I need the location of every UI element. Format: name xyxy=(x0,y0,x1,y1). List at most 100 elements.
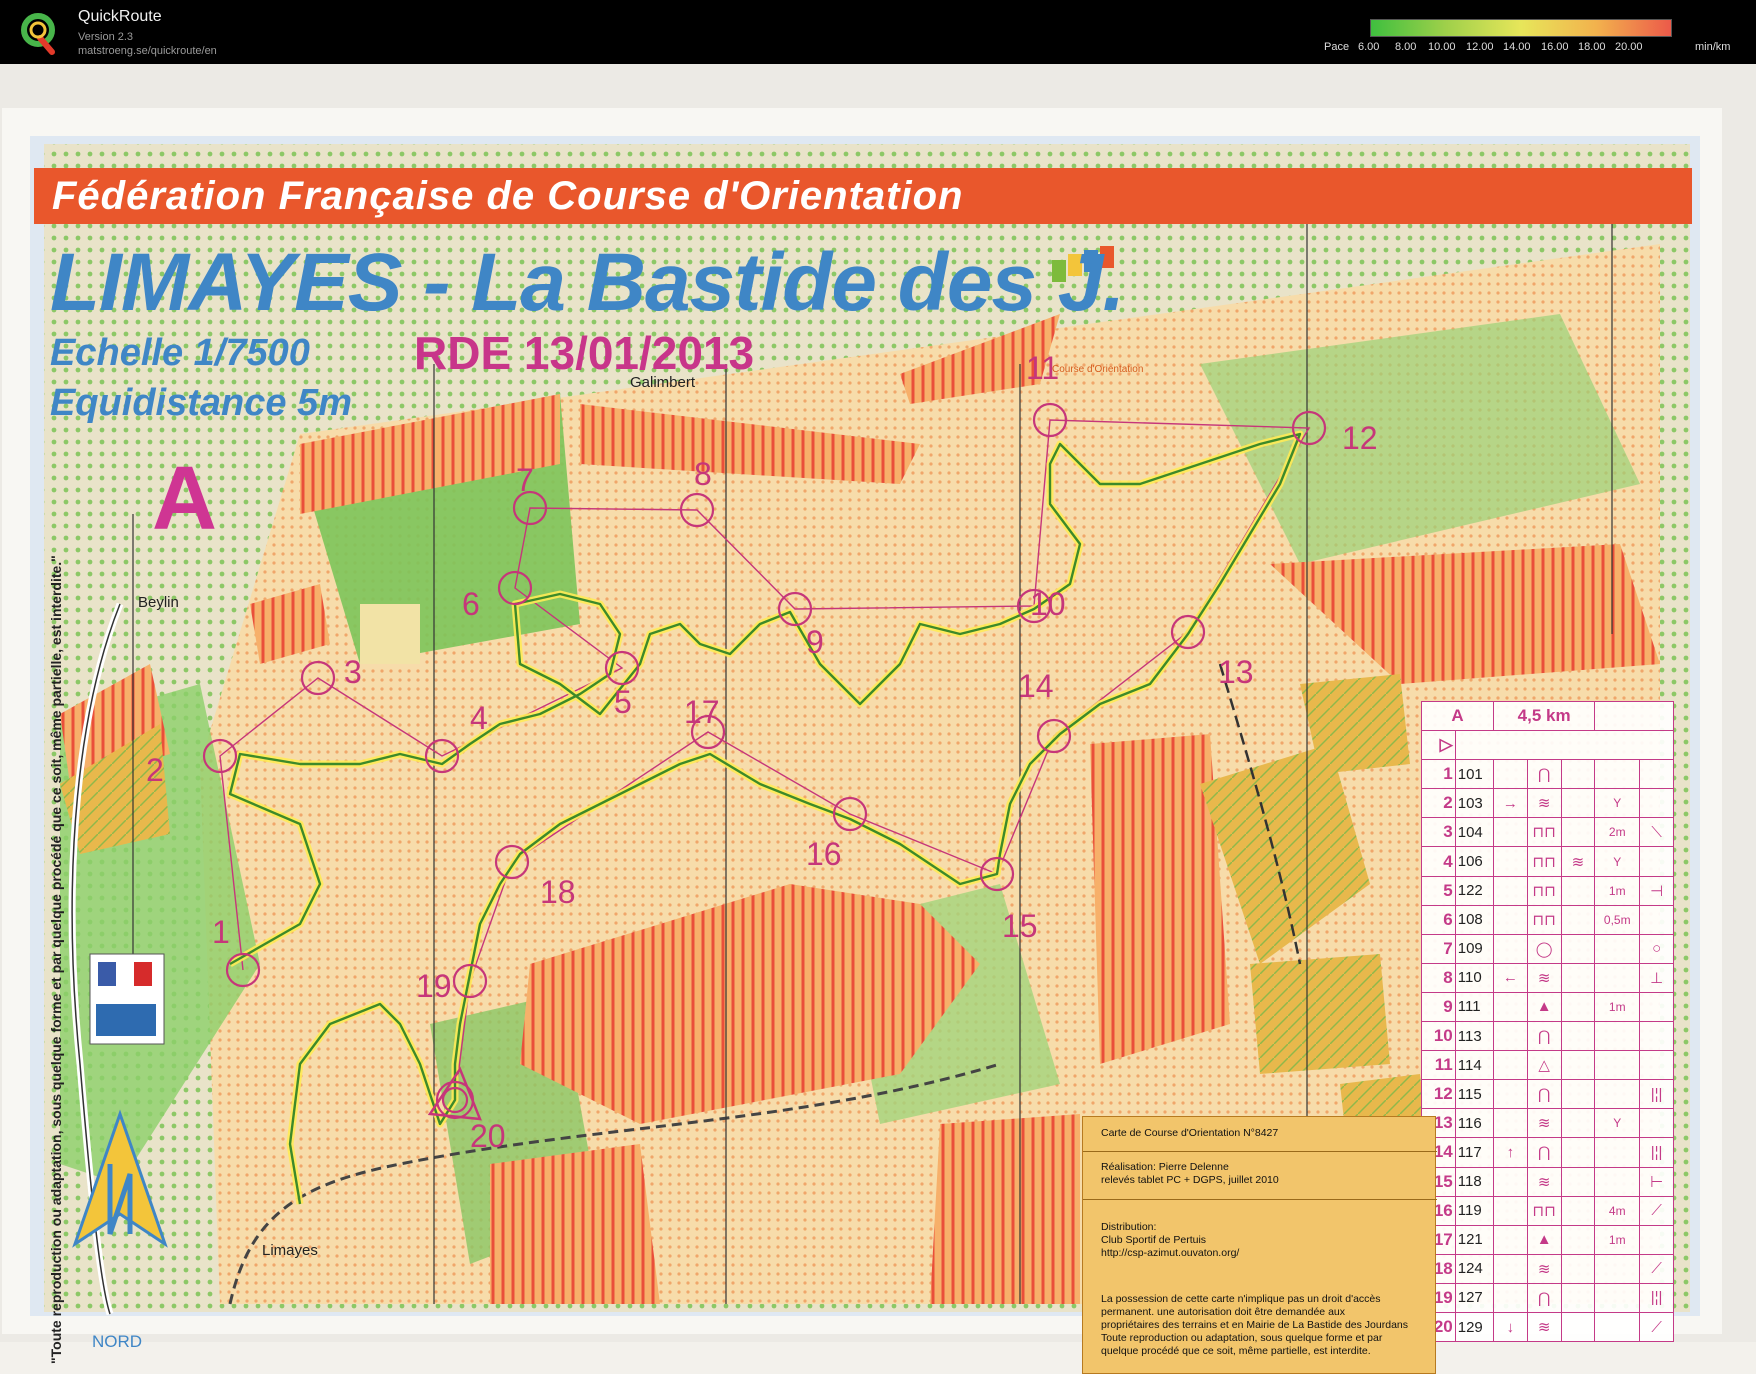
map-info-box: Carte de Course d'Orientation N°8427 Réa… xyxy=(1082,1116,1437,1374)
control-feature-symbol: ⋂ xyxy=(1526,1021,1562,1052)
control-code: 111 xyxy=(1454,991,1495,1023)
control-location xyxy=(1639,991,1674,1023)
control-feature-symbol: ≋ xyxy=(1526,1311,1562,1343)
pace-label: Pace xyxy=(1324,41,1350,53)
control-dimension: Y xyxy=(1594,846,1641,877)
pace-tick: 18.00 xyxy=(1578,41,1606,53)
federation-title: Fédération Française de Course d'Orienta… xyxy=(52,174,964,218)
control-appearance xyxy=(1560,1079,1596,1110)
control-row: 6 108 ⊓⊓ 0,5m xyxy=(1421,904,1674,935)
control-direction xyxy=(1493,1021,1528,1052)
control-row: 19 127 ⋂ |¦| xyxy=(1421,1282,1674,1313)
control-dimension xyxy=(1594,759,1641,790)
control-seq-number: 6 xyxy=(1421,904,1456,935)
control-row: 15 118 ≋ ⊢ xyxy=(1421,1166,1674,1197)
control-code: 103 xyxy=(1454,788,1495,819)
control-dimension xyxy=(1594,933,1641,964)
place-name: Limayes xyxy=(262,1242,318,1259)
control-code: 122 xyxy=(1454,875,1495,906)
control-seq-number: 1 xyxy=(1421,759,1456,790)
place-name: Galimbert xyxy=(630,374,696,391)
control-code: 106 xyxy=(1454,846,1495,877)
control-row: 2 103 → ≋ Y xyxy=(1421,788,1674,819)
control-feature-symbol: ≋ xyxy=(1526,962,1562,993)
map-equidistance: Equidistance 5m xyxy=(50,382,352,424)
control-direction: ↓ xyxy=(1493,1311,1528,1343)
course-letter: A xyxy=(152,449,217,549)
control-feature-symbol: ⋂ xyxy=(1526,1079,1562,1110)
control-location xyxy=(1639,904,1674,935)
control-seq-number: 10 xyxy=(1421,1021,1456,1052)
control-number: 1 xyxy=(212,914,230,950)
control-number: 20 xyxy=(470,1118,506,1154)
control-feature-symbol: ⊓⊓ xyxy=(1526,817,1562,848)
control-seq-number: 3 xyxy=(1421,817,1456,848)
control-feature-symbol: ≋ xyxy=(1526,1108,1562,1139)
control-appearance xyxy=(1560,962,1596,993)
control-description-table: A 4,5 km ▷ 1 101 ⋂ 2 103 → ≋ Y 3 104 ⊓⊓ 2m ⟍ 4 106 ⊓⊓ ≋ Y… xyxy=(1421,700,1675,1343)
app-url-link[interactable]: matstroeng.se/quickroute/en xyxy=(78,45,217,57)
control-seq-number: 12 xyxy=(1421,1079,1456,1110)
map-title: LIMAYES - La Bastide des J. xyxy=(50,237,1125,328)
control-location: ⟋ xyxy=(1639,1195,1674,1226)
pace-tick: 8.00 xyxy=(1395,41,1417,53)
map-scale: Echelle 1/7500 xyxy=(50,332,310,374)
control-appearance xyxy=(1560,875,1596,906)
control-feature-symbol: ⊓⊓ xyxy=(1526,904,1562,935)
control-code: 119 xyxy=(1454,1195,1495,1226)
control-code: 109 xyxy=(1454,933,1495,964)
control-appearance xyxy=(1560,904,1596,935)
control-location: ⟋ xyxy=(1639,1311,1674,1343)
control-appearance xyxy=(1560,1311,1596,1343)
control-feature-symbol: ⊓⊓ xyxy=(1526,875,1562,906)
control-code: 114 xyxy=(1454,1050,1495,1081)
control-feature-symbol: ⊓⊓ xyxy=(1526,1195,1562,1226)
control-location: ⊢ xyxy=(1639,1166,1674,1197)
control-row: 9 111 ▲ 1m xyxy=(1421,991,1674,1023)
control-code: 104 xyxy=(1454,817,1495,848)
control-location xyxy=(1639,788,1674,819)
ffco-caption: Course d'Orientation xyxy=(1052,364,1144,375)
control-location: ⟋ xyxy=(1639,1253,1674,1284)
control-direction xyxy=(1493,1079,1528,1110)
control-number: 16 xyxy=(806,836,842,872)
control-location xyxy=(1639,846,1674,877)
control-location xyxy=(1639,1021,1674,1052)
table-header-row: A 4,5 km xyxy=(1421,700,1674,732)
start-triangle-icon: ▷ xyxy=(1421,730,1456,761)
app-titlebar: QuickRoute Version 2.3 matstroeng.se/qui… xyxy=(0,0,1756,64)
control-seq-number: 11 xyxy=(1421,1050,1456,1081)
control-appearance xyxy=(1560,788,1596,819)
pace-tick: 16.00 xyxy=(1541,41,1569,53)
control-feature-symbol: ≋ xyxy=(1526,1166,1562,1197)
control-location: |¦| xyxy=(1639,1282,1674,1313)
control-location: ⊥ xyxy=(1639,962,1674,993)
info-realisation: relevés tablet PC + DGPS, juillet 2010 xyxy=(1101,1174,1279,1186)
control-number: 18 xyxy=(540,874,576,910)
control-location xyxy=(1639,1108,1674,1139)
control-row: 12 115 ⋂ |¦| xyxy=(1421,1079,1674,1110)
map-viewport[interactable]: Fédération Française de Course d'Orienta… xyxy=(0,64,1756,1374)
control-direction: ← xyxy=(1493,962,1528,993)
control-number: 19 xyxy=(416,968,452,1004)
control-code: 113 xyxy=(1454,1021,1495,1052)
control-row: 14 117 ↑ ⋂ |¦| xyxy=(1421,1137,1674,1168)
control-number: 5 xyxy=(614,684,632,720)
app-version: Version 2.3 xyxy=(78,31,134,43)
control-location: ⊣ xyxy=(1639,875,1674,906)
course-cell: A xyxy=(1421,700,1494,732)
control-code: 115 xyxy=(1454,1079,1495,1110)
event-label: RDE 13/01/2013 xyxy=(414,327,755,379)
info-distribution-url: http://csp-azimut.ouvaton.org/ xyxy=(1101,1247,1240,1259)
control-appearance xyxy=(1560,1108,1596,1139)
control-feature-symbol: ≋ xyxy=(1526,788,1562,819)
control-dimension: Y xyxy=(1594,1108,1641,1139)
info-notice: La possession de cette carte n'implique … xyxy=(1101,1293,1381,1305)
control-direction xyxy=(1493,1282,1528,1313)
north-arrow-label: NORD xyxy=(92,1332,143,1351)
control-feature-symbol: ▲ xyxy=(1526,1224,1562,1255)
control-number: 6 xyxy=(462,586,480,622)
control-appearance xyxy=(1560,1224,1596,1255)
control-direction: → xyxy=(1493,788,1528,819)
control-appearance xyxy=(1560,1253,1596,1284)
